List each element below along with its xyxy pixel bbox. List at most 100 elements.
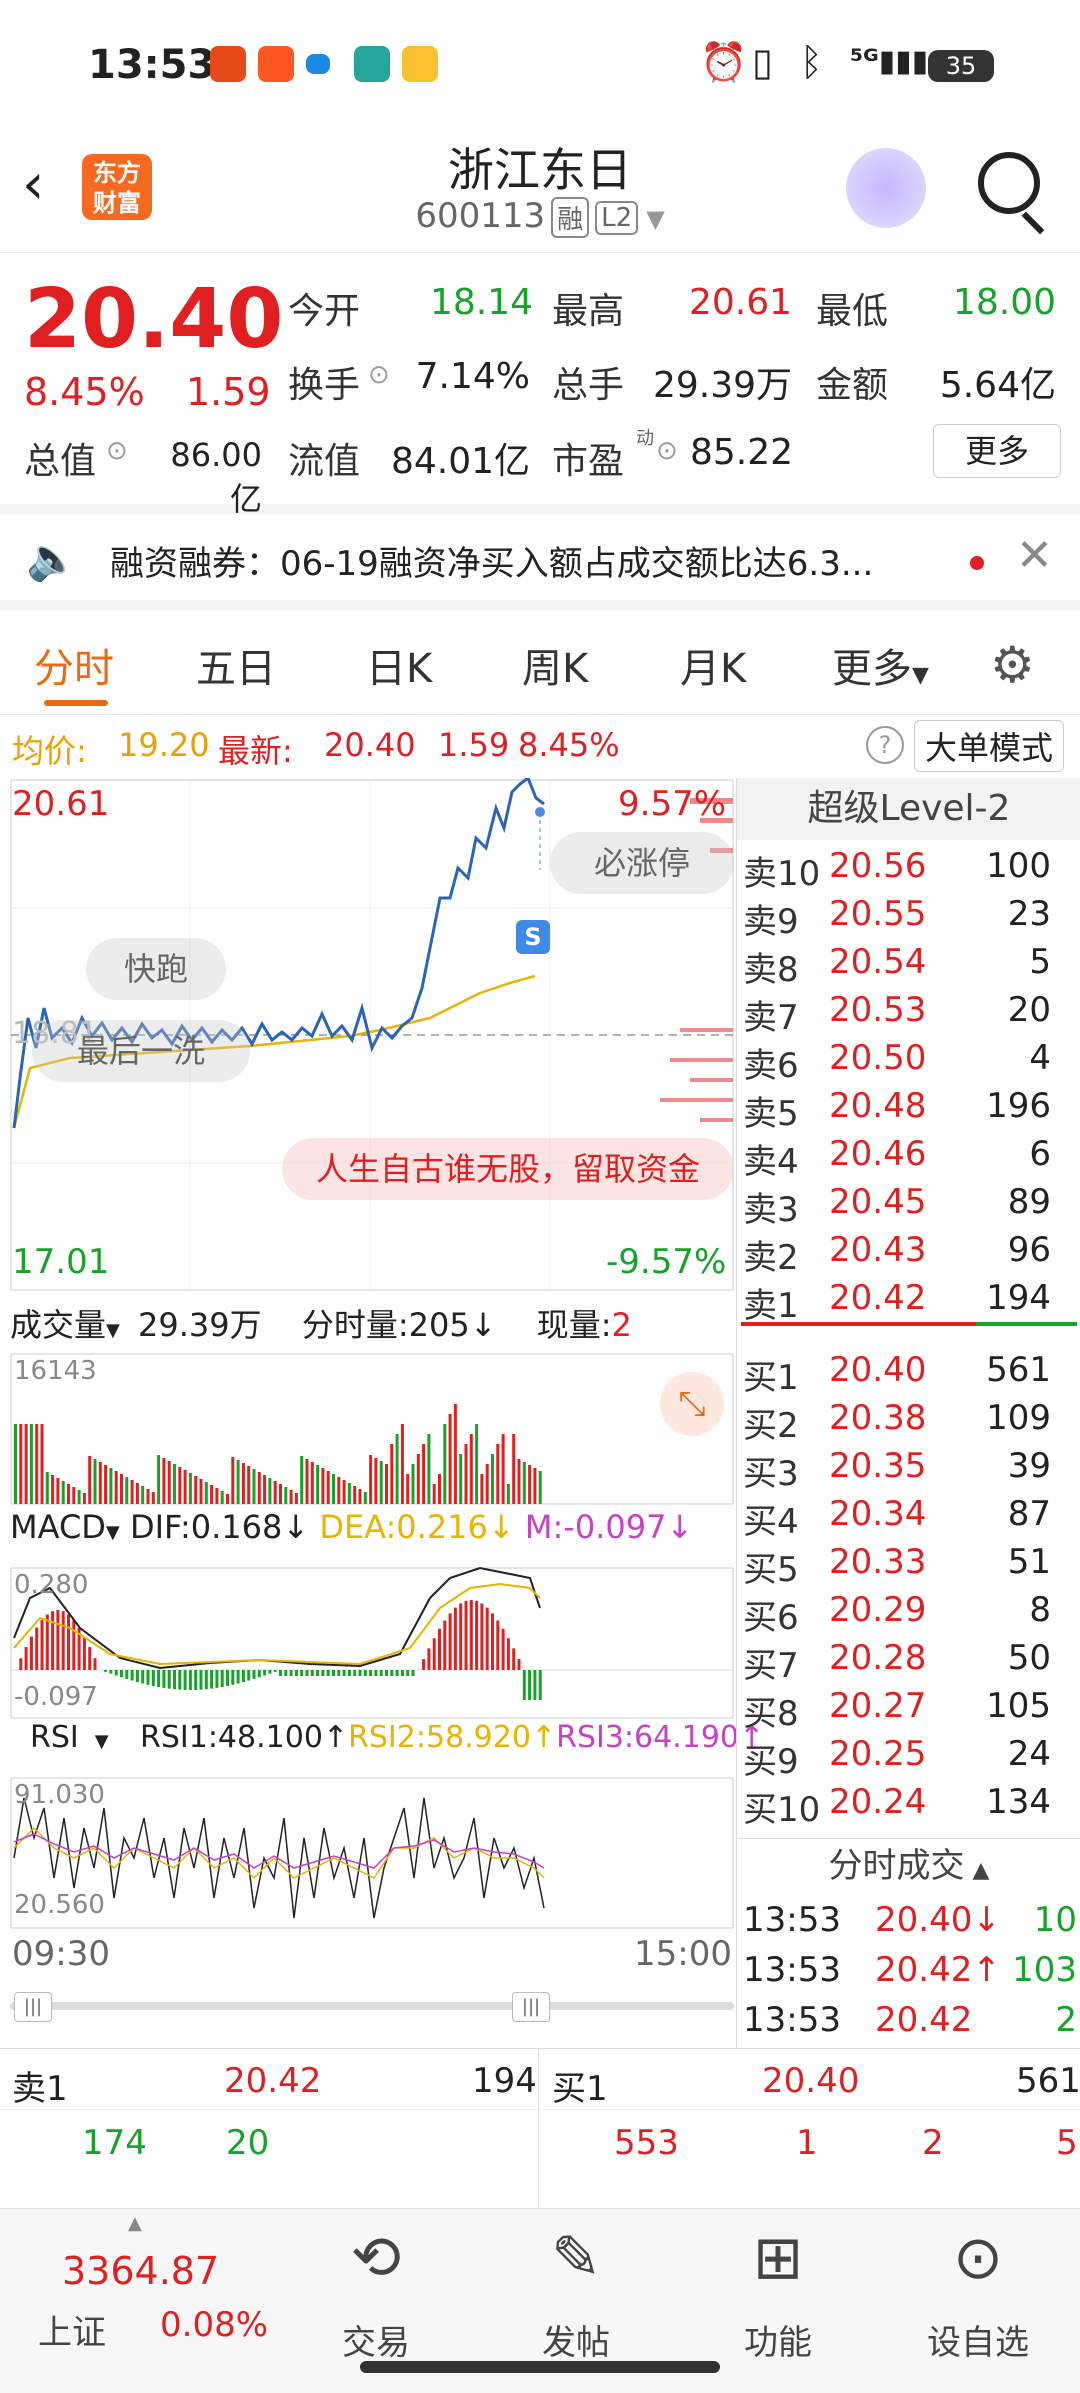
bid-qty: 8: [1029, 1590, 1051, 1630]
volume-bar: [422, 1444, 426, 1504]
macd-bar: [464, 1600, 468, 1670]
macd-bar: [173, 1670, 176, 1690]
volume-bar: [305, 1459, 309, 1504]
comment-bubble[interactable]: 快跑: [86, 938, 226, 1000]
volume-bar: [395, 1434, 399, 1504]
volume-bar: [506, 1484, 510, 1504]
open-value: 18.14: [430, 282, 534, 323]
index-ticker[interactable]: ▲ 3364.87 上证 0.08%: [0, 2209, 268, 2359]
search-icon[interactable]: [978, 152, 1040, 214]
bid-price: 20.28: [829, 1638, 927, 1678]
bid-row[interactable]: 买7 20.28 50: [737, 1634, 1080, 1686]
macd-bar: [432, 1638, 436, 1670]
volume-minute: 分时量:205↓: [301, 1306, 497, 1344]
volume-selector[interactable]: 成交量▼: [10, 1306, 120, 1344]
close-icon[interactable]: ✕: [1016, 530, 1053, 581]
info-icon[interactable]: ⊙: [656, 436, 678, 466]
ask-price: 20.53: [829, 990, 927, 1030]
tab-more[interactable]: 更多▼: [832, 636, 929, 694]
volume-bar: [443, 1424, 447, 1504]
intraday-chart[interactable]: 20.61 9.57% 18.81 17.01 -9.57% 快跑 最后一洗 必…: [10, 778, 764, 2048]
signal-s-icon[interactable]: S: [516, 920, 550, 954]
tab-monthly-k[interactable]: 月K: [680, 636, 746, 694]
bid-level: 买7: [743, 1646, 799, 1686]
volume-bar: [512, 1434, 516, 1504]
rsi-selector[interactable]: RSI ▼: [10, 1720, 140, 1755]
settings-gear-icon[interactable]: ⚙: [990, 636, 1035, 694]
ask-row[interactable]: 卖3 20.45 89: [737, 1178, 1080, 1230]
ask-row[interactable]: 卖8 20.54 5: [737, 938, 1080, 990]
comment-bubble[interactable]: 必涨停: [550, 832, 734, 894]
volume-bar: [453, 1404, 457, 1504]
bid-row[interactable]: 买10 20.24 134: [737, 1778, 1080, 1830]
ask-row[interactable]: 卖9 20.55 23: [737, 890, 1080, 942]
chart-tabs: 分时 五日 日K 周K 月K 更多▼ ⚙: [0, 610, 1080, 715]
expand-icon[interactable]: ⤡: [660, 1372, 724, 1436]
app-icon-1: [210, 46, 246, 82]
nav-watchlist-label: 设自选: [927, 2323, 1029, 2363]
bid-row[interactable]: 买6 20.29 8: [737, 1586, 1080, 1638]
bid-price: 20.33: [829, 1542, 927, 1582]
scroll-handle-left[interactable]: |||: [14, 1992, 52, 2022]
volume-bar: [485, 1464, 489, 1504]
ask-row[interactable]: 卖2 20.43 96: [737, 1226, 1080, 1278]
dea-value: DEA:0.216↓: [319, 1508, 515, 1546]
app-icon-3: [306, 54, 330, 74]
bid-row[interactable]: 买2 20.38 109: [737, 1394, 1080, 1446]
comment-bubble[interactable]: 人生自古谁无股，留取资金: [282, 1138, 734, 1200]
tab-intraday[interactable]: 分时: [34, 636, 114, 694]
ask-row[interactable]: 卖10 20.56 100: [737, 842, 1080, 894]
bid-row[interactable]: 买3 20.35 39: [737, 1442, 1080, 1494]
info-icon[interactable]: ⊙: [368, 360, 390, 390]
ticks-header[interactable]: 分时成交 ▲: [737, 1838, 1080, 1893]
pct-bottom-label: -9.57%: [606, 1242, 727, 1282]
macd-bar: [93, 1658, 97, 1670]
comment-bubble[interactable]: 最后一洗: [32, 1020, 250, 1082]
big-order-mode-button[interactable]: 大单模式: [914, 720, 1065, 772]
volume-bar: [204, 1482, 208, 1504]
scroll-handle-right[interactable]: |||: [512, 1992, 550, 2022]
bid-row[interactable]: 买8 20.27 105: [737, 1682, 1080, 1734]
help-icon[interactable]: ?: [866, 726, 904, 764]
bid-row[interactable]: 买4 20.34 87: [737, 1490, 1080, 1542]
low-label: 最低: [816, 291, 889, 332]
level2-panel: 超级Level-2 卖10 20.56 100 卖9 20.55 23 卖8 20.54 5 卖7…: [736, 778, 1080, 2048]
ask-row[interactable]: 卖6 20.50 4: [737, 1034, 1080, 1086]
bid-price: 20.27: [829, 1686, 927, 1726]
ask-row[interactable]: 卖5 20.48 196: [737, 1082, 1080, 1134]
macd-bar: [528, 1670, 532, 1700]
info-icon[interactable]: ⊙: [106, 436, 128, 466]
ask-price: 20.43: [829, 1230, 927, 1270]
level2-title[interactable]: 超级Level-2: [737, 778, 1080, 840]
tab-daily-k[interactable]: 日K: [366, 636, 432, 694]
macd-bar: [453, 1607, 457, 1670]
ask-level: 卖3: [743, 1190, 799, 1230]
ask-row[interactable]: 卖1 20.42 194: [737, 1274, 1080, 1326]
volume-bar: [300, 1456, 304, 1504]
volume-bar: [480, 1474, 484, 1504]
bq-ask-order: 174: [82, 2123, 147, 2163]
macd-bar: [480, 1603, 484, 1670]
bid-price: 20.34: [829, 1494, 927, 1534]
volume-bar: [29, 1424, 33, 1504]
ask-row[interactable]: 卖7 20.53 20: [737, 986, 1080, 1038]
tab-weekly-k[interactable]: 周K: [522, 636, 588, 694]
bid-row[interactable]: 买1 20.40 561: [737, 1346, 1080, 1398]
pe-superscript: 动: [636, 428, 654, 449]
bid-row[interactable]: 买5 20.33 51: [737, 1538, 1080, 1590]
volume-title: 成交量: [10, 1306, 107, 1344]
volume-bar: [104, 1465, 108, 1504]
bluetooth-icon: ᛒ: [800, 40, 823, 84]
macd-bottom-label: -0.097: [14, 1682, 98, 1712]
robot-assistant-icon[interactable]: [846, 148, 926, 228]
bid-row[interactable]: 买9 20.25 24: [737, 1730, 1080, 1782]
ask-row[interactable]: 卖4 20.46 6: [737, 1130, 1080, 1182]
bid-level: 买4: [743, 1502, 799, 1542]
caret-down-icon: ▼: [94, 1731, 109, 1752]
volume-bar: [151, 1492, 155, 1504]
info-pct: 8.45%: [518, 726, 620, 764]
macd-selector[interactable]: MACD▼: [10, 1508, 120, 1546]
more-button[interactable]: 更多: [933, 424, 1061, 478]
notice-bar[interactable]: 🔈 融资融券：06-19融资净买入额占成交额比达6.3... ✕: [0, 514, 1080, 610]
tab-five-day[interactable]: 五日: [196, 636, 276, 694]
